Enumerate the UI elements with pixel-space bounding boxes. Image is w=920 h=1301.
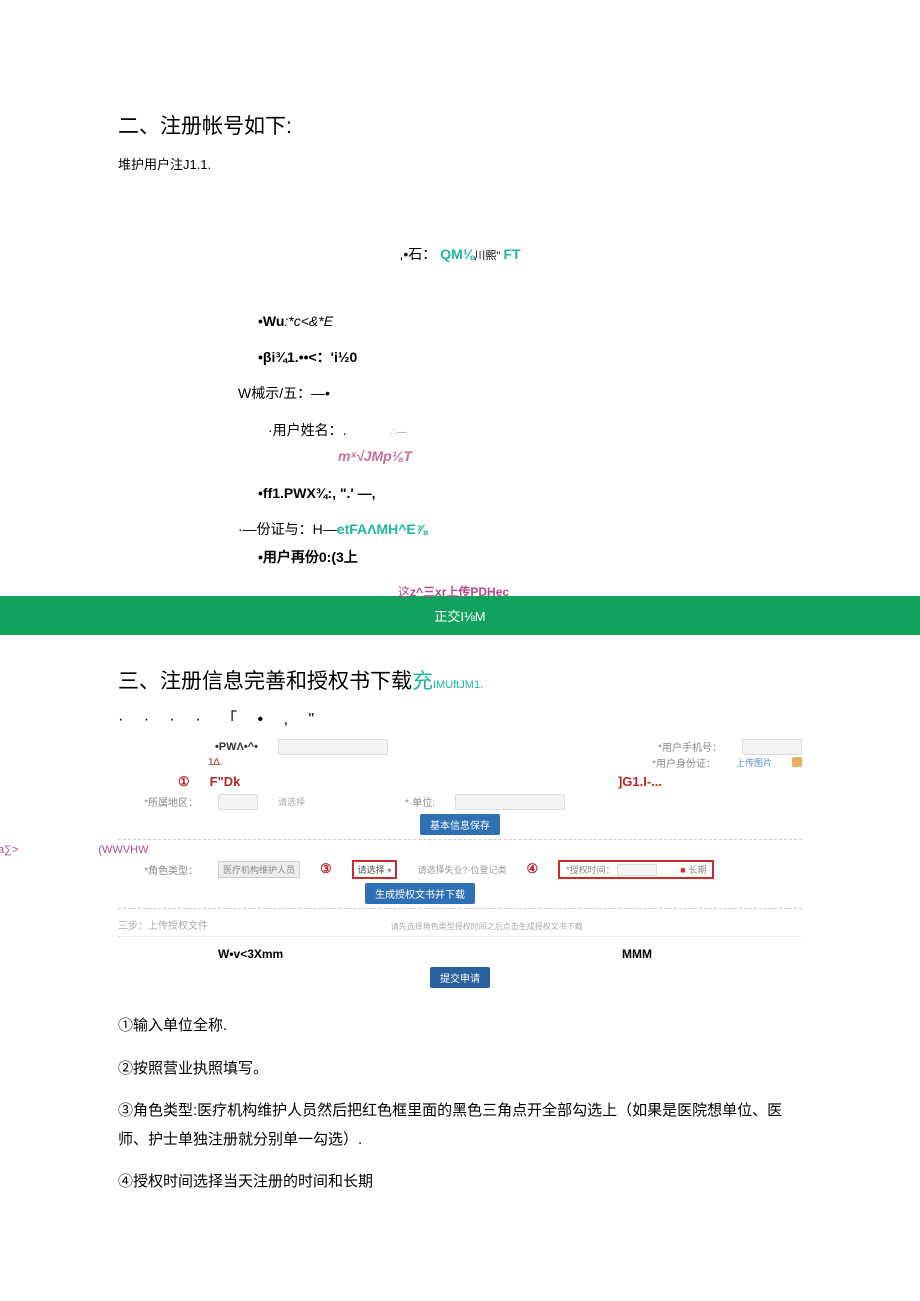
ocr-line-wxi: W械示/五：—• [238, 382, 802, 404]
step2-left: a∑> [0, 844, 18, 856]
wu-prefix: •Wu [258, 313, 284, 329]
submit-apply-button[interactable]: 提交申请 [430, 967, 490, 988]
form-zone: •PWΛ•^• *用户手机号： 1∆. *用户身份证： 上传图片 ① F"Dk … [118, 739, 802, 937]
upload-mid: z^三xr上传 [410, 585, 470, 599]
ocr-line-user-re: •用户再份0:(3上 [258, 546, 802, 568]
region-select[interactable] [218, 794, 258, 810]
instruction-2: ②按照营业执照填写。 [118, 1055, 802, 1084]
bottom-labels: W•v<3Xmm MMM [118, 947, 802, 961]
ocr-line-ff1: •ff1.PWX¾:, ".' —, [258, 482, 802, 504]
instruction-4: ④授权时间选择当天注册的时间和长期 [118, 1168, 802, 1197]
phone-label: *用户手机号： [658, 739, 722, 754]
circled-4: ④ [527, 861, 539, 877]
pwa-label: •PWΛ•^• [198, 741, 258, 753]
callout-1-text: F"Dk [210, 774, 241, 789]
dropdown-label: 请选择 [358, 865, 385, 875]
wu-italic: :*c<&*E [284, 313, 333, 329]
username-asc: ∴— [390, 427, 406, 438]
ocr-line-stone: ,•石： QM⅛川熙" FT [118, 243, 802, 266]
step3-label: 三步：上传授权文件 [118, 921, 208, 932]
idcard-label: *用户身份证： [652, 755, 716, 770]
step2-right: (WWVHW [98, 844, 148, 856]
ocr-line-id: ·—份证与：H—etFAΛMH^E⅞ [238, 518, 802, 540]
auth-time-label: *授权时间： [566, 865, 615, 875]
ocr-line-wu: •Wu:*c<&*E [258, 310, 802, 332]
stone-prefix: ,•石： [400, 246, 437, 262]
bottom-right: MMM [622, 947, 652, 961]
callout-right: ]G1.I-... [618, 774, 662, 789]
auth-time-input[interactable] [617, 864, 657, 876]
id-teal: etFAΛMH^E⅞ [337, 521, 428, 537]
stone-suffix: 川熙" [474, 250, 503, 262]
long-term-label: 长期 [688, 865, 706, 875]
step-3-row: 三步：上传授权文件 请先选择角色类型授权时间之后点击生成授权文书下载 [118, 913, 802, 937]
step3-hint: 请先选择角色类型授权时间之后点击生成授权文书下载 [391, 922, 583, 931]
pwa-sub: 1∆. [208, 757, 222, 768]
section-3-title: 三、注册信息完善和授权书下载充IMUftJM1. [118, 665, 802, 695]
instruction-3: ③角色类型:医疗机构维护人员然后把红色框里面的黑色三角点开全部勾选上（如果是医院… [118, 1097, 802, 1154]
ocr-m-jmp: mˣ√JMp⅛T [338, 445, 802, 467]
red-box-authtime[interactable]: *授权时间： ■ 长期 [558, 860, 714, 879]
section-2-title: 二、注册帐号如下: [118, 110, 802, 140]
submit-bar[interactable]: 正交I⅛M [0, 596, 920, 635]
red-box-dropdown[interactable]: 请选择 ▾ [352, 860, 398, 879]
ocr-line-username: ·用户姓名：. ∴— [268, 419, 802, 441]
username-label: ·用户姓名：. [268, 422, 347, 438]
role-label: *角色类型： [138, 862, 198, 877]
section-2-subline: 堆护用户注J1.1. [118, 154, 802, 173]
region-placeholder: 请选择 [278, 795, 305, 808]
bottom-left: W•v<3Xmm [218, 947, 283, 961]
callout-1-num: ① [178, 774, 190, 790]
upload-suffix: PDHec [470, 585, 509, 599]
phone-input[interactable] [742, 739, 802, 755]
instruction-1: ①输入单位全称. [118, 1012, 802, 1041]
stone-teal: QM⅛ [440, 246, 474, 262]
unit-input[interactable] [455, 794, 565, 810]
section-3-title-char: 充 [412, 670, 433, 693]
circled-3: ③ [320, 861, 332, 877]
upload-icon [792, 757, 802, 767]
dot-row: · · · · 「 • , " [118, 705, 802, 729]
section-3-title-small: IMUftJM1. [433, 679, 483, 691]
id-prefix: ·—份证与：H— [238, 521, 337, 537]
ocr-line-bi: •βi¾1.••<：'i½0 [258, 346, 802, 368]
region-label: *所属地区： [138, 794, 198, 809]
save-basic-button[interactable]: 基本信息保存 [420, 814, 500, 835]
upload-link[interactable]: 上传图片 [736, 756, 772, 769]
chevron-down-icon: ▾ [387, 866, 391, 875]
upload-prefix: 这 [398, 585, 410, 599]
unit-label: *·单位: [375, 794, 435, 809]
generate-auth-button[interactable]: 生成授权文书并下载 [365, 883, 475, 904]
pwa-input[interactable] [278, 739, 388, 755]
role-value[interactable]: 医疗机构维护人员 [218, 861, 300, 878]
stone-ft: FT [503, 246, 520, 262]
section-3-title-main: 三、注册信息完善和授权书下载 [118, 670, 412, 693]
pre-4-text: 请选择失业?·位登记类 [417, 863, 506, 876]
